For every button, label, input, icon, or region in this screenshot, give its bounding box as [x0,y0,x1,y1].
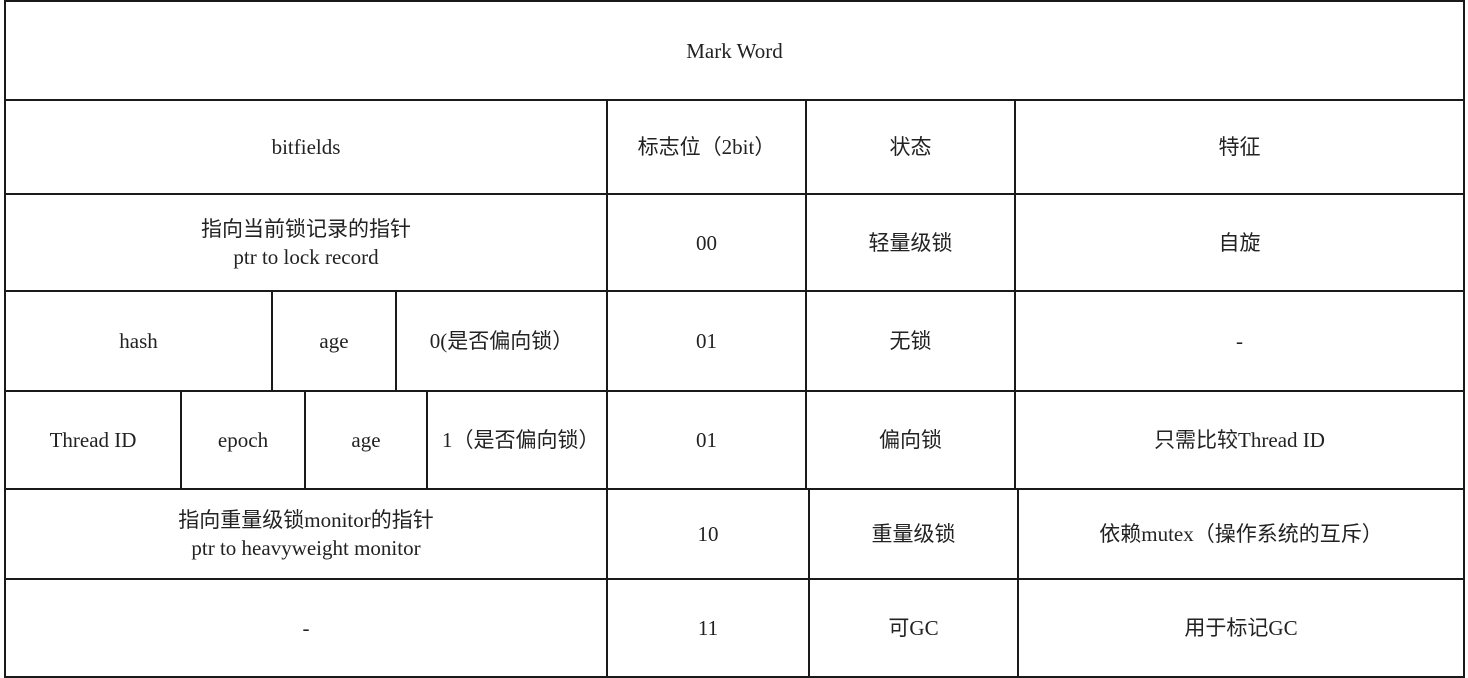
unlocked-hash: hash [4,290,273,392]
gc-state-text: 可GC [888,616,939,640]
header-bitfields: bitfields [4,99,608,195]
lightweight-feature: 自旋 [1014,193,1465,292]
unlocked-flag-text: 01 [696,329,717,353]
gc-flag-text: 11 [697,616,719,640]
lightweight-feature-text: 自旋 [1218,230,1261,255]
header-flag-bits-text: 标志位（2bit） [637,135,776,159]
heavyweight-flag-text: 10 [697,522,719,546]
gc-feature-text: 用于标记GC [1184,616,1298,640]
lightweight-bitfield: 指向当前锁记录的指针 ptr to lock record [4,193,608,292]
biased-biased-flag-text: 1（是否偏向锁） [442,428,600,452]
unlocked-biased-flag: 0(是否偏向锁） [395,290,608,392]
biased-age-text: age [351,428,381,452]
heavyweight-state: 重量级锁 [808,488,1019,580]
header-flag-bits: 标志位（2bit） [606,99,807,195]
unlocked-age-text: age [319,329,349,353]
unlocked-state: 无锁 [805,290,1016,392]
biased-state-text: 偏向锁 [879,428,942,452]
unlocked-flag: 01 [606,290,807,392]
biased-epoch: epoch [180,390,306,490]
title-text: Mark Word [686,38,783,63]
heavyweight-bitfield-cn: 指向重量级锁monitor的指针 [178,508,434,532]
unlocked-feature: - [1014,290,1465,392]
biased-flag-text: 01 [696,428,717,452]
lightweight-flag-text: 00 [696,230,717,255]
unlocked-age: age [271,290,397,392]
biased-thread-id: Thread ID [4,390,182,490]
mark-word-table: Mark Word bitfields 标志位（2bit） 状态 特征 指向当前… [0,0,1468,678]
unlocked-hash-text: hash [119,329,158,353]
header-feature: 特征 [1014,99,1465,195]
lightweight-flag: 00 [606,193,807,292]
biased-age: age [304,390,428,490]
heavyweight-state-text: 重量级锁 [871,522,956,546]
biased-feature-text: 只需比较Thread ID [1154,428,1325,452]
table-title: Mark Word [4,0,1465,101]
gc-bitfield: - [4,578,608,678]
header-bitfields-text: bitfields [271,135,341,159]
header-feature-text: 特征 [1218,135,1261,159]
lightweight-bitfield-en: ptr to lock record [233,244,379,269]
biased-thread-id-text: Thread ID [49,428,137,452]
gc-flag: 11 [606,578,810,678]
lightweight-state: 轻量级锁 [805,193,1016,292]
biased-biased-flag: 1（是否偏向锁） [426,390,608,490]
biased-epoch-text: epoch [217,428,269,452]
heavyweight-flag: 10 [606,488,810,580]
biased-flag: 01 [606,390,807,490]
gc-state: 可GC [808,578,1019,678]
biased-feature: 只需比较Thread ID [1014,390,1465,490]
lightweight-bitfield-cn: 指向当前锁记录的指针 [201,216,411,241]
biased-state: 偏向锁 [805,390,1016,490]
heavyweight-bitfield: 指向重量级锁monitor的指针 ptr to heavyweight moni… [4,488,608,580]
gc-bitfield-text: - [302,616,310,640]
heavyweight-feature: 依赖mutex（操作系统的互斥） [1017,488,1465,580]
header-state-text: 状态 [889,135,932,159]
unlocked-state-text: 无锁 [889,329,932,353]
unlocked-feature-text: - [1236,329,1243,353]
header-state: 状态 [805,99,1016,195]
lightweight-state-text: 轻量级锁 [868,230,953,255]
heavyweight-feature-text: 依赖mutex（操作系统的互斥） [1099,522,1383,546]
heavyweight-bitfield-en: ptr to heavyweight monitor [191,536,421,560]
unlocked-biased-flag-text: 0(是否偏向锁） [429,329,574,353]
gc-feature: 用于标记GC [1017,578,1465,678]
